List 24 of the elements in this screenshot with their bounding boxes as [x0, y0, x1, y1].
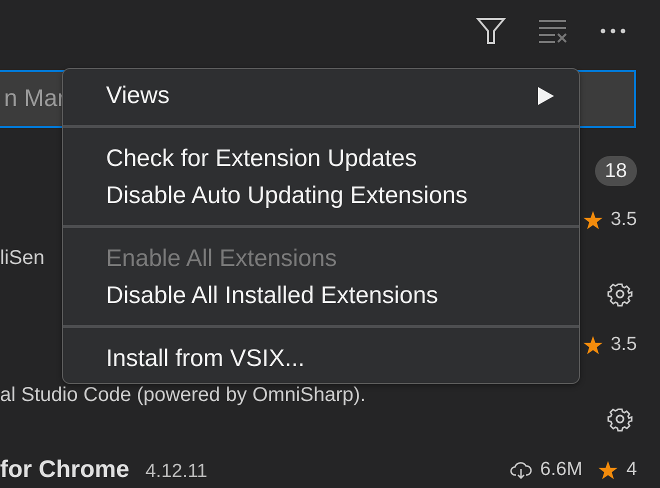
filter-icon [476, 17, 506, 45]
cloud-download-icon [510, 461, 532, 479]
clear-list-icon [538, 19, 568, 43]
rating-text: 3.5 [610, 332, 637, 357]
rating-text: 4 [626, 458, 637, 482]
menu-item[interactable]: Views [63, 77, 579, 114]
gear-icon [607, 406, 633, 432]
gear-icon [607, 281, 633, 307]
star-icon [598, 460, 618, 480]
version-text: 4.12.11 [145, 460, 208, 484]
menu-item[interactable]: Disable All Installed Extensions [63, 277, 579, 314]
rating-text: 3.5 [610, 208, 637, 232]
count-badge: 18 [594, 156, 637, 186]
menu-item[interactable]: Install from VSIX... [63, 340, 579, 377]
download-count: 6.6M [540, 458, 582, 482]
star-icon [582, 336, 603, 354]
extension-description: al Studio Code (powered by OmniSharp). [0, 383, 366, 408]
submenu-arrow-icon [537, 86, 555, 106]
extension-description: liSen [0, 246, 44, 271]
menu-item[interactable]: Disable Auto Updating Extensions [63, 177, 579, 214]
extension-name: for Chrome [0, 455, 130, 485]
menu-item[interactable]: Check for Extension Updates [63, 140, 579, 177]
more-icon [600, 28, 626, 34]
star-icon [582, 210, 603, 230]
